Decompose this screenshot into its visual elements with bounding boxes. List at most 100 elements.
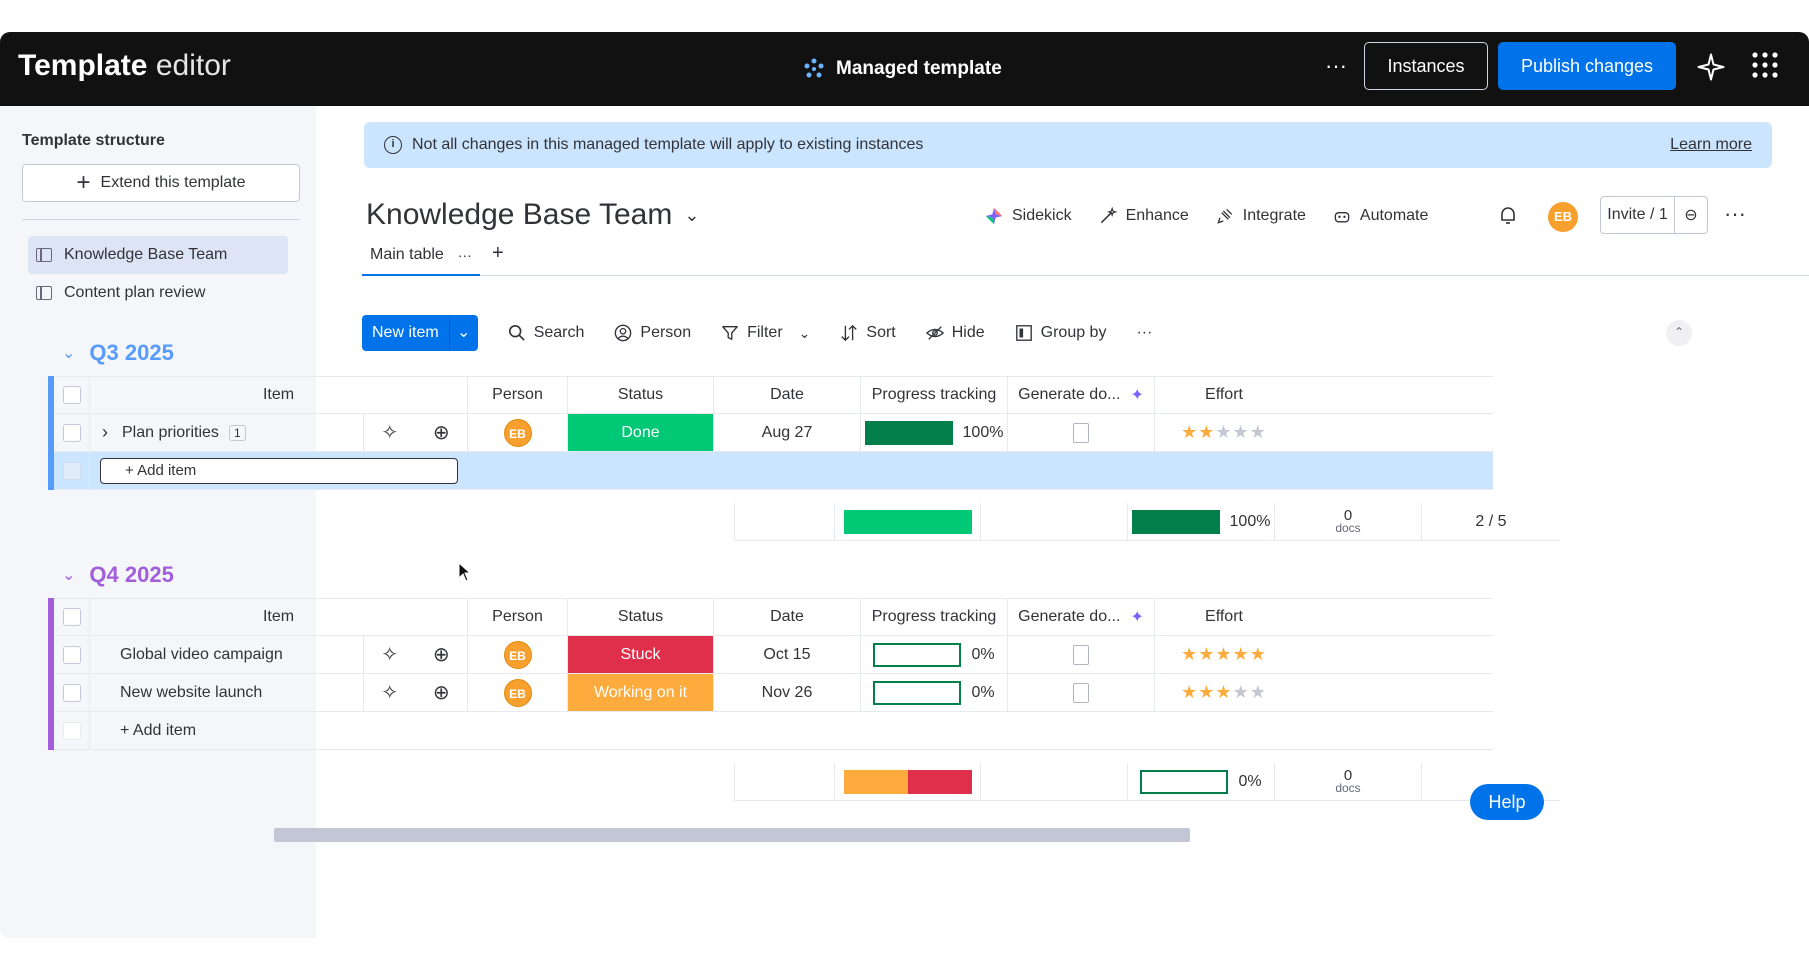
column-header-status[interactable]: Status: [568, 599, 714, 635]
group-title[interactable]: Q4 2025: [89, 562, 173, 588]
invite-button[interactable]: Invite / 1 ⊖: [1600, 196, 1708, 234]
column-header-progress[interactable]: Progress tracking: [861, 377, 1008, 413]
column-header-progress[interactable]: Progress tracking: [861, 599, 1008, 635]
new-item-button[interactable]: New item: [362, 315, 450, 351]
column-header-generate[interactable]: Generate do... ✦: [1008, 599, 1155, 635]
item-name[interactable]: Global video campaign: [120, 646, 283, 664]
item-cell[interactable]: New website launch ✧ ⊕: [90, 674, 468, 711]
tab-main-table[interactable]: Main table ···: [362, 238, 480, 276]
notification-bell-icon[interactable]: [1496, 204, 1520, 228]
group-header-q3[interactable]: ⌄ Q3 2025: [62, 340, 174, 366]
column-header-item[interactable]: Item: [90, 599, 468, 635]
generate-doc-cell[interactable]: [1008, 674, 1155, 711]
avatar[interactable]: EB: [503, 678, 532, 707]
board-more-icon[interactable]: ···: [1724, 203, 1746, 225]
hide-button[interactable]: Hide: [925, 324, 985, 342]
column-header-item[interactable]: Item: [90, 377, 468, 413]
status-label[interactable]: Stuck: [568, 636, 713, 673]
checkbox[interactable]: [62, 608, 81, 626]
row-checkbox-cell[interactable]: [54, 414, 90, 451]
sort-button[interactable]: Sort: [840, 324, 896, 342]
status-cell[interactable]: Done: [568, 414, 714, 451]
effort-cell[interactable]: ★★★★★: [1155, 674, 1293, 711]
add-item-input[interactable]: [100, 457, 458, 484]
chevron-down-icon[interactable]: ⌄: [62, 565, 75, 585]
sparkle-icon[interactable]: ✧: [381, 420, 398, 445]
person-cell[interactable]: EB: [468, 636, 568, 673]
publish-changes-button[interactable]: Publish changes: [1498, 42, 1676, 90]
user-avatar[interactable]: EB: [1548, 202, 1578, 232]
row-checkbox-cell[interactable]: [54, 674, 90, 711]
select-all-checkbox-cell[interactable]: [54, 599, 90, 635]
item-name[interactable]: New website launch: [120, 684, 262, 702]
item-name[interactable]: Plan priorities: [122, 424, 219, 442]
item-cell[interactable]: Global video campaign ✧ ⊕: [90, 636, 468, 673]
add-update-icon[interactable]: ⊕: [433, 680, 450, 705]
table-row[interactable]: New website launch ✧ ⊕ EB Working on it …: [54, 674, 1493, 712]
avatar[interactable]: EB: [503, 640, 532, 669]
status-label[interactable]: Working on it: [568, 674, 713, 711]
more-options-icon[interactable]: ···: [1320, 52, 1352, 84]
collapse-header-icon[interactable]: ⌃: [1666, 320, 1692, 346]
add-update-icon[interactable]: ⊕: [433, 642, 450, 667]
group-header-q4[interactable]: ⌄ Q4 2025: [62, 562, 174, 588]
apps-grid-icon[interactable]: [1750, 50, 1780, 80]
person-cell[interactable]: EB: [468, 674, 568, 711]
chevron-down-icon[interactable]: ⌄: [799, 325, 811, 342]
column-header-effort[interactable]: Effort: [1155, 599, 1293, 635]
sidebar-item-knowledge-base-team[interactable]: Knowledge Base Team: [28, 236, 288, 274]
extend-template-button[interactable]: + Extend this template: [22, 164, 300, 202]
toolbar-more-icon[interactable]: ···: [1136, 324, 1152, 342]
effort-cell[interactable]: ★★★★★: [1155, 636, 1293, 673]
column-header-person[interactable]: Person: [468, 599, 568, 635]
item-cell[interactable]: › Plan priorities 1 ✧ ⊕: [90, 414, 468, 451]
chevron-down-icon[interactable]: ⌄: [62, 343, 75, 363]
add-update-icon[interactable]: ⊕: [433, 420, 450, 445]
date-cell[interactable]: Nov 26: [714, 674, 861, 711]
copy-link-icon[interactable]: ⊖: [1675, 205, 1707, 225]
rating-stars[interactable]: ★★★★★: [1181, 644, 1267, 665]
checkbox[interactable]: [62, 645, 81, 664]
tab-more-icon[interactable]: ···: [458, 238, 472, 272]
generate-doc-cell[interactable]: [1008, 414, 1155, 451]
sparkle-icon[interactable]: ✧: [381, 680, 398, 705]
table-row[interactable]: › Plan priorities 1 ✧ ⊕ EB Done Aug 27 1…: [54, 414, 1493, 452]
rating-stars[interactable]: ★★★★★: [1181, 422, 1267, 443]
column-header-date[interactable]: Date: [714, 599, 861, 635]
person-filter-button[interactable]: Person: [614, 324, 691, 342]
status-label[interactable]: Done: [568, 414, 713, 451]
person-cell[interactable]: EB: [468, 414, 568, 451]
group-by-button[interactable]: Group by: [1015, 324, 1106, 342]
checkbox[interactable]: [62, 386, 81, 404]
select-all-checkbox-cell[interactable]: [54, 377, 90, 413]
date-cell[interactable]: Oct 15: [714, 636, 861, 673]
document-icon[interactable]: [1073, 682, 1089, 703]
column-header-status[interactable]: Status: [568, 377, 714, 413]
expand-chevron-icon[interactable]: ›: [102, 422, 108, 443]
subitem-count-badge[interactable]: 1: [228, 424, 246, 441]
instances-button[interactable]: Instances: [1364, 42, 1488, 90]
document-icon[interactable]: [1073, 644, 1089, 665]
row-checkbox-cell[interactable]: [54, 636, 90, 673]
automate-button[interactable]: Automate: [1332, 206, 1428, 226]
sidekick-button[interactable]: Sidekick: [984, 206, 1072, 226]
filter-button[interactable]: Filter ⌄: [721, 324, 810, 342]
checkbox[interactable]: [62, 423, 81, 442]
table-row[interactable]: Global video campaign ✧ ⊕ EB Stuck Oct 1…: [54, 636, 1493, 674]
document-icon[interactable]: [1073, 422, 1089, 443]
integrate-button[interactable]: Integrate: [1215, 206, 1306, 226]
status-cell[interactable]: Stuck: [568, 636, 714, 673]
search-button[interactable]: Search: [508, 324, 584, 342]
column-header-person[interactable]: Person: [468, 377, 568, 413]
add-view-button[interactable]: +: [492, 242, 504, 265]
status-cell[interactable]: Working on it: [568, 674, 714, 711]
group-title[interactable]: Q3 2025: [89, 340, 173, 366]
horizontal-scrollbar[interactable]: [274, 828, 1190, 842]
column-header-effort[interactable]: Effort: [1155, 377, 1293, 413]
board-title[interactable]: Knowledge Base Team ⌄: [366, 198, 699, 232]
add-item-button[interactable]: + Add item: [90, 712, 468, 749]
effort-cell[interactable]: ★★★★★: [1155, 414, 1293, 451]
column-header-generate[interactable]: Generate do... ✦: [1008, 377, 1155, 413]
enhance-button[interactable]: Enhance: [1098, 206, 1189, 226]
sparkle-icon[interactable]: [1696, 52, 1726, 82]
